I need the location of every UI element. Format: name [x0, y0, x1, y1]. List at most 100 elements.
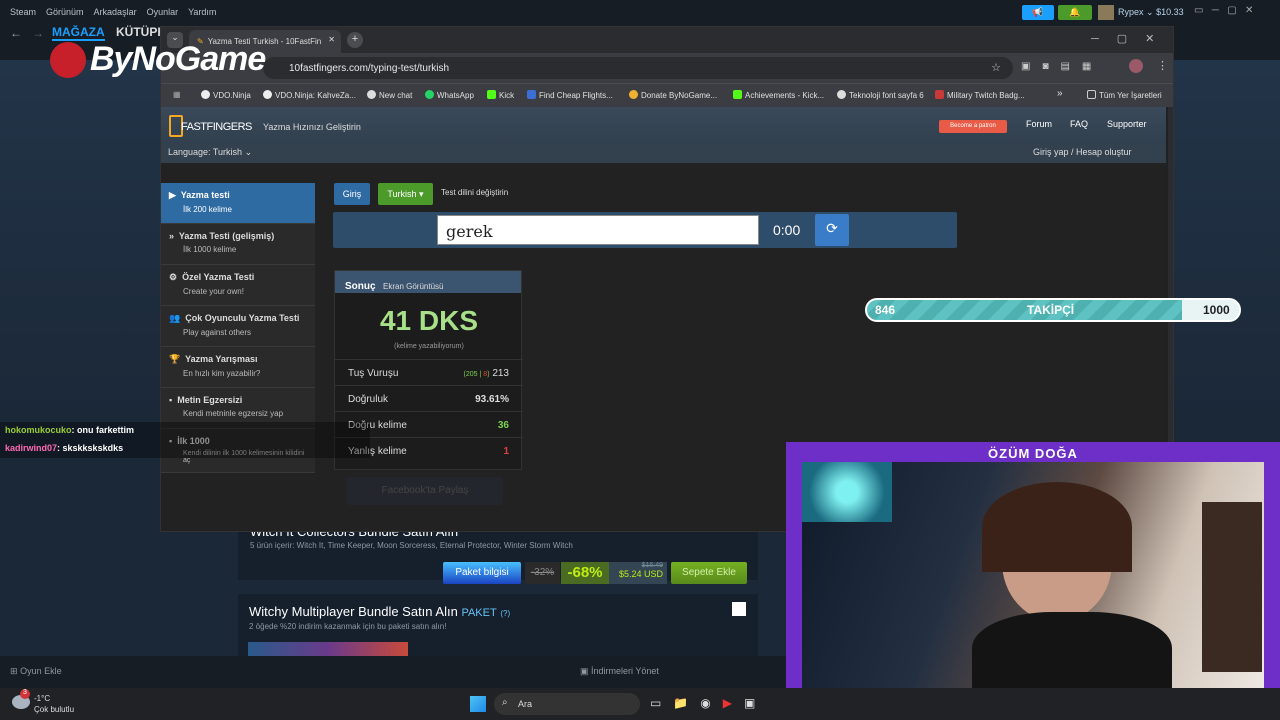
old-discount: -32%	[525, 562, 560, 584]
person-hair	[982, 482, 1132, 572]
bookmark-item[interactable]: Donate ByNoGame...	[629, 90, 717, 100]
back-icon[interactable]: ←	[10, 26, 22, 40]
downloads-button[interactable]: ▣ İndirmeleri Yönet	[580, 666, 659, 677]
kick-icon	[487, 90, 496, 99]
gear-icon: ⚙	[169, 272, 178, 282]
bookmark-item[interactable]: Achievements - Kick...	[733, 90, 824, 100]
wallet-balance: $10.33	[1156, 7, 1184, 17]
app-icon: ▣	[744, 696, 768, 710]
bookmarks-overflow[interactable]: »	[1057, 88, 1063, 99]
follower-label: TAKİPÇİ	[1027, 303, 1075, 317]
sidebar-item-multiplayer[interactable]: 👥 Çok Oyunculu Yazma Testi Play against o…	[161, 306, 315, 347]
sidebar-item-custom[interactable]: ⚙ Özel Yazma Testi Create your own!	[161, 265, 315, 306]
bookmark-item[interactable]: Find Cheap Flights...	[527, 90, 613, 100]
font-icon	[837, 90, 846, 99]
extensions-icons[interactable]: ▣◙▤▦	[1021, 61, 1103, 72]
window-controls[interactable]: ▭ ─ ▢ ✕	[1194, 5, 1253, 16]
notifications-button[interactable]: 🔔	[1058, 5, 1092, 20]
forward-icon[interactable]: →	[32, 26, 44, 40]
patron-button[interactable]: Become a patron	[939, 120, 1007, 133]
folder-icon	[1087, 90, 1096, 99]
bookmark-item[interactable]: VDO.Ninja: KahveZa...	[263, 90, 356, 100]
apps-icon[interactable]: ▦	[173, 90, 181, 99]
user-name[interactable]: Rypex ⌄ $10.33	[1118, 7, 1184, 18]
bookmarks-bar: ▦ VDO.Ninja VDO.Ninja: KahveZa... New ch…	[161, 83, 1173, 107]
lamp	[802, 462, 892, 522]
language-button[interactable]: Turkish ▾	[378, 183, 433, 205]
menu-view[interactable]: Görünüm	[46, 7, 84, 17]
profile-avatar[interactable]	[1129, 59, 1143, 73]
language-selector[interactable]: Language: Turkish ⌄	[168, 147, 252, 158]
forum-link[interactable]: Forum	[1026, 119, 1052, 129]
menu-help[interactable]: Yardım	[188, 7, 216, 17]
windows-taskbar: 3 -1°C Çok bulutlu ⌕ Ara ▭📁◉▶▣	[0, 688, 1280, 720]
bundle-info-button[interactable]: Paket bilgisi	[443, 562, 521, 584]
sidebar-item-advanced[interactable]: » Yazma Testi (gelişmiş) İlk 1000 kelime	[161, 224, 315, 265]
login-tab-button[interactable]: Giriş	[334, 183, 370, 205]
tab-close-icon[interactable]: ✕	[328, 35, 335, 44]
bookmark-item[interactable]: WhatsApp	[425, 90, 474, 100]
taskbar-search[interactable]: ⌕ Ara	[494, 693, 640, 715]
star-icon[interactable]: ☆	[991, 61, 1001, 74]
avatar[interactable]	[1098, 5, 1114, 20]
price-block: $16.49 $5.24 USD	[609, 562, 667, 584]
chrome-window-controls[interactable]: ─▢✕	[1091, 32, 1172, 45]
bundle-2-thumbnail[interactable]	[248, 642, 408, 656]
flights-icon	[527, 90, 536, 99]
faq-link[interactable]: FAQ	[1070, 119, 1088, 129]
change-language-text: Test dilini değiştirin	[441, 188, 509, 197]
bookmark-item[interactable]: Kick	[487, 90, 514, 100]
menu-games[interactable]: Oyunlar	[147, 7, 179, 17]
bundle-2-title-row: Witchy Multiplayer Bundle Satın Alın PAK…	[249, 604, 510, 619]
login-link[interactable]: Giriş yap / Hesap oluştur	[1033, 147, 1132, 157]
sidebar-item-typing-test[interactable]: ▶ Yazma testi İlk 200 kelime	[161, 183, 315, 224]
word-input[interactable]: gerek	[437, 215, 759, 245]
keystrokes-value: (205 | 8) 213	[463, 368, 509, 379]
url-bar[interactable]: 10fastfingers.com/typing-test/turkish ☆	[263, 57, 1013, 79]
screenshot-link[interactable]: Ekran Görüntüsü	[383, 282, 443, 291]
windows-start-icon[interactable]	[470, 696, 486, 712]
discount-badge: -68%	[561, 562, 609, 584]
vdo-icon	[201, 90, 210, 99]
double-chevron-icon: »	[169, 231, 175, 241]
chevron-down-icon: ⌄	[244, 147, 253, 157]
nav-store[interactable]: MAĞAZA	[52, 25, 105, 41]
follower-goal: 1000	[1203, 303, 1230, 317]
all-bookmarks[interactable]: Tüm Yer İşaretleri	[1087, 90, 1162, 100]
new-tab-button[interactable]: +	[347, 32, 363, 48]
follower-goal-bar: 846 TAKİPÇİ 1000	[865, 298, 1241, 322]
menu-steam[interactable]: Steam	[10, 7, 36, 17]
result-title: Sonuç	[345, 281, 376, 292]
download-icon: ▣	[580, 666, 589, 676]
kick-icon	[733, 90, 742, 99]
add-game-button[interactable]: ⊞ Oyun Ekle	[10, 666, 62, 677]
chrome-icon: ◉	[700, 696, 723, 710]
wpm-sub: (kelime yazabiliyorum)	[394, 343, 464, 350]
bookmark-item[interactable]: VDO.Ninja	[201, 90, 251, 100]
vdo-icon	[263, 90, 272, 99]
bundle-2-help[interactable]: (?)	[500, 609, 510, 618]
bookmark-item[interactable]: Military Twitch Badg...	[935, 90, 1025, 100]
add-to-cart-button[interactable]: Sepete Ekle	[671, 562, 747, 584]
plus-icon: ⊞	[10, 666, 18, 676]
menu-friends[interactable]: Arkadaşlar	[94, 7, 137, 17]
sidebar-item-competition[interactable]: 🏆 Yazma Yarışması En hızlı kim yazabilir?	[161, 347, 315, 388]
correct-words-value: 36	[497, 420, 509, 431]
streamer-name: ÖZÜM DOĞA	[988, 446, 1078, 461]
bookmark-item[interactable]: New chat	[367, 90, 412, 100]
facebook-share-button[interactable]: Facebook'ta Paylaş	[347, 477, 503, 505]
supporter-link[interactable]: Supporter	[1107, 119, 1147, 129]
bookmark-item[interactable]: Teknoloji font sayfa 6	[837, 90, 924, 100]
keystrokes-label: Tuş Vuruşu	[348, 368, 399, 379]
announce-button[interactable]: 📢	[1022, 5, 1054, 20]
menu-dots-icon[interactable]: ⋮	[1157, 59, 1168, 72]
taskbar-apps[interactable]: ▭📁◉▶▣	[650, 696, 767, 710]
search-icon: ⌕	[502, 697, 508, 708]
result-header: Sonuç Ekran Görüntüsü	[335, 271, 521, 293]
reload-button[interactable]: ⟳	[815, 214, 849, 246]
nav-library[interactable]: KÜTÜPH	[116, 25, 166, 39]
webcam-frame: ÖZÜM DOĞA	[786, 442, 1280, 720]
bookshelf	[1202, 502, 1262, 672]
ff-logo[interactable]: FASTFINGERS	[181, 121, 252, 133]
chatgpt-icon	[367, 90, 376, 99]
